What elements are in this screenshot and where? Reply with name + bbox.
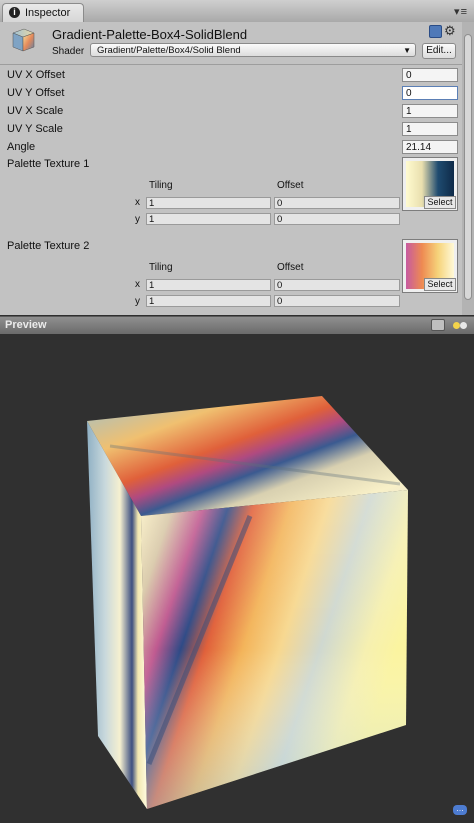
uv-x-scale-label: UV X Scale <box>7 105 64 117</box>
x-axis-label: x <box>135 197 140 208</box>
preview-viewport[interactable]: … <box>0 334 474 823</box>
material-cube-icon <box>12 28 35 52</box>
material-name: Gradient-Palette-Box4-SolidBlend <box>52 27 248 42</box>
preview-title: Preview <box>5 319 47 331</box>
palette-texture-2-label: Palette Texture 2 <box>7 240 90 252</box>
window-tab-bar: i Inspector ▾≡ <box>0 0 474 23</box>
uv-y-offset-label: UV Y Offset <box>7 87 65 99</box>
y-axis-label: y <box>135 296 140 307</box>
offset-y-field[interactable]: 0 <box>274 295 400 307</box>
tab-inspector-label: Inspector <box>25 7 71 19</box>
offset-header: Offset <box>277 180 304 191</box>
tab-inspector[interactable]: i Inspector <box>2 3 84 23</box>
tiling-y-field[interactable]: 1 <box>146 295 271 307</box>
uv-x-offset-label: UV X Offset <box>7 69 65 81</box>
gear-icon[interactable]: ⚙ <box>444 23 456 39</box>
inspector-panel: Gradient-Palette-Box4-SolidBlend Shader … <box>0 22 474 315</box>
palette-texture-1-slot[interactable]: Select <box>402 157 458 211</box>
offset-y-field[interactable]: 0 <box>274 213 400 225</box>
uv-y-scale-field[interactable]: 1 <box>402 122 458 136</box>
panel-menu-icon[interactable]: ▾≡ <box>454 5 468 18</box>
shader-label: Shader <box>52 46 85 57</box>
offset-x-field[interactable]: 0 <box>274 279 400 291</box>
more-options-icon[interactable]: … <box>453 805 467 815</box>
y-axis-label: y <box>135 214 140 225</box>
material-header: Gradient-Palette-Box4-SolidBlend Shader … <box>0 22 474 62</box>
preview-light-icon[interactable] <box>450 318 470 332</box>
light-dot-icon <box>453 322 460 329</box>
header-divider <box>0 64 462 65</box>
info-icon: i <box>9 7 20 18</box>
x-axis-label: x <box>135 279 140 290</box>
palette-texture-1-label: Palette Texture 1 <box>7 158 90 170</box>
tiling-header: Tiling <box>149 180 173 191</box>
shader-dropdown[interactable]: Gradient/Palette/Box4/Solid Blend ▼ <box>90 43 416 57</box>
tiling-header: Tiling <box>149 262 173 273</box>
select-texture-2-button[interactable]: Select <box>424 278 456 291</box>
angle-field[interactable]: 21.14 <box>402 140 458 154</box>
angle-label: Angle <box>7 141 36 153</box>
preview-mesh-icon[interactable] <box>431 319 445 331</box>
tiling-x-field[interactable]: 1 <box>146 279 271 291</box>
help-book-icon[interactable] <box>429 25 442 38</box>
uv-x-offset-field[interactable]: 0 <box>402 68 458 82</box>
light-dot-icon <box>460 322 467 329</box>
tiling-y-field[interactable]: 1 <box>146 213 271 225</box>
preview-header[interactable]: Preview <box>0 316 474 335</box>
shader-value: Gradient/Palette/Box4/Solid Blend <box>97 45 241 56</box>
cube-front-shade <box>141 490 408 809</box>
uv-x-scale-field[interactable]: 1 <box>402 104 458 118</box>
uv-y-offset-field[interactable]: 0 <box>402 86 458 100</box>
offset-header: Offset <box>277 262 304 273</box>
tiling-x-field[interactable]: 1 <box>146 197 271 209</box>
uv-y-scale-label: UV Y Scale <box>7 123 63 135</box>
offset-x-field[interactable]: 0 <box>274 197 400 209</box>
palette-texture-2-slot[interactable]: Select <box>402 239 458 293</box>
edit-shader-button[interactable]: Edit... <box>422 43 456 59</box>
material-preview-cube[interactable] <box>0 334 474 823</box>
select-texture-1-button[interactable]: Select <box>424 196 456 209</box>
chevron-down-icon: ▼ <box>403 46 411 55</box>
scrollbar-thumb[interactable] <box>464 34 472 300</box>
